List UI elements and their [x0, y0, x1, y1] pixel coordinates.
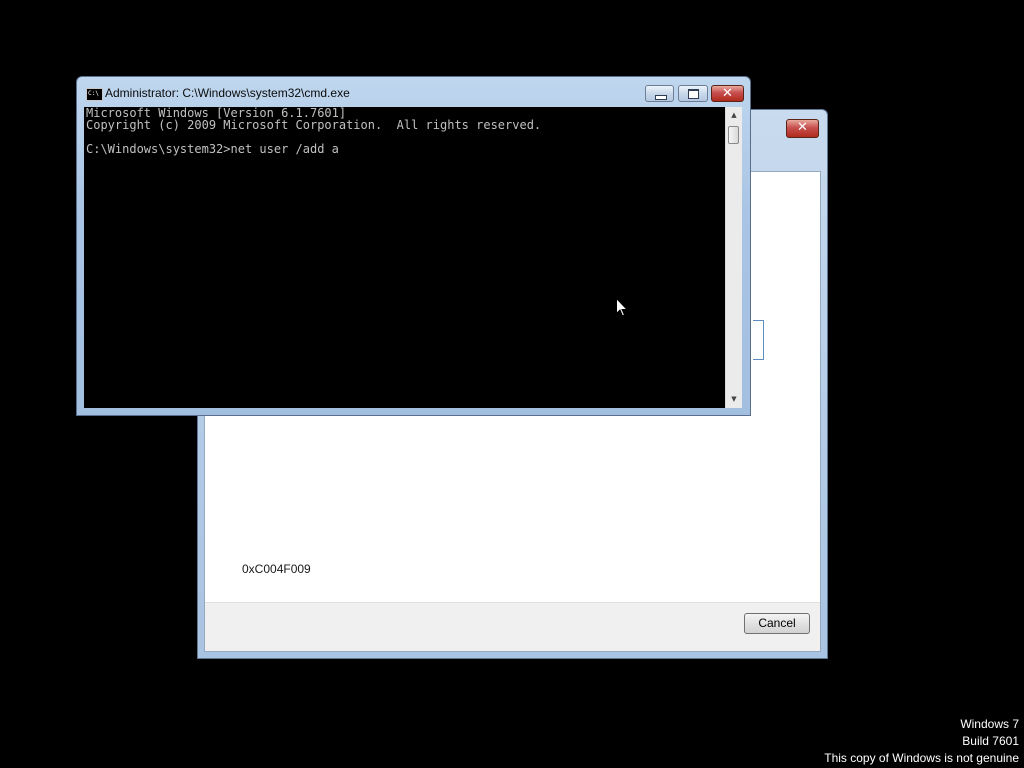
console-output[interactable]: Microsoft Windows [Version 6.1.7601] Cop…	[84, 107, 725, 408]
scroll-down-arrow-icon[interactable]: ▼	[726, 391, 742, 408]
mouse-cursor-icon	[616, 298, 628, 317]
scroll-up-arrow-icon[interactable]: ▲	[726, 107, 742, 124]
dialog-close-button[interactable]: ✕	[786, 119, 819, 138]
scrollbar-thumb[interactable]	[728, 126, 739, 144]
watermark-build: Build 7601	[962, 734, 1019, 748]
windows-watermark: Windows 7 Build 7601 This copy of Window…	[824, 716, 1019, 767]
console-text: Microsoft Windows [Version 6.1.7601] Cop…	[86, 107, 542, 156]
watermark-os-name: Windows 7	[960, 717, 1019, 731]
cmd-window: C:\ Administrator: C:\Windows\system32\c…	[76, 76, 751, 416]
cmd-window-title: Administrator: C:\Windows\system32\cmd.e…	[105, 86, 350, 100]
cancel-button[interactable]: Cancel	[744, 613, 810, 634]
dialog-footer: Cancel	[205, 602, 820, 651]
cmd-icon[interactable]: C:\	[86, 88, 103, 101]
error-code-text: 0xC004F009	[242, 562, 311, 576]
dialog-input-field[interactable]	[753, 320, 764, 360]
maximize-button[interactable]	[678, 85, 708, 102]
minimize-icon	[655, 95, 667, 100]
watermark-genuine-notice: This copy of Windows is not genuine	[824, 751, 1019, 765]
maximize-icon	[688, 89, 699, 99]
minimize-button[interactable]	[645, 85, 674, 102]
cmd-close-button[interactable]: ✕	[711, 85, 744, 102]
console-scrollbar[interactable]: ▲ ▼	[725, 107, 742, 408]
